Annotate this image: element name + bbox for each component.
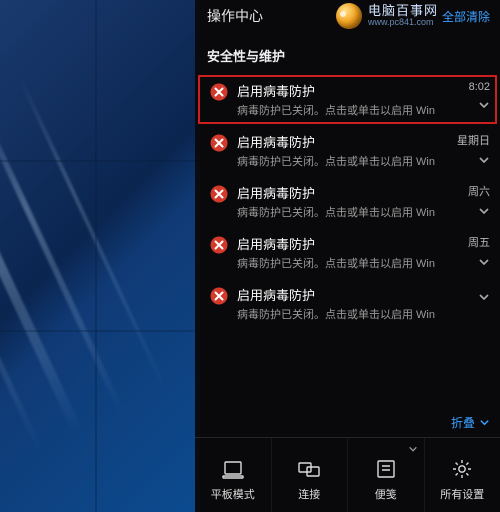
notification-title: 启用病毒防护	[237, 234, 452, 253]
chevron-down-icon[interactable]	[478, 205, 490, 217]
notification-description: 病毒防护已关闭。点击或单击以启用 Win	[237, 306, 452, 322]
watermark-text-cn: 电脑百事网	[368, 4, 438, 18]
notification-item[interactable]: 启用病毒防护病毒防护已关闭。点击或单击以启用 Win 周五	[199, 229, 496, 276]
tablet-icon	[222, 458, 244, 480]
error-icon	[210, 134, 228, 152]
notification-description: 病毒防护已关闭。点击或单击以启用 Win	[237, 153, 452, 169]
collapse-button[interactable]: 折叠	[195, 408, 500, 437]
chevron-down-icon[interactable]	[408, 444, 418, 454]
notification-item[interactable]: 启用病毒防护病毒防护已关闭。点击或单击以启用 Win 8:02	[199, 76, 496, 123]
notification-title: 启用病毒防护	[237, 183, 452, 202]
settings-icon	[451, 458, 473, 480]
notification-item[interactable]: 启用病毒防护病毒防护已关闭。点击或单击以启用 Win 周六	[199, 178, 496, 225]
notification-time: 周五	[468, 234, 490, 250]
chevron-down-icon[interactable]	[478, 99, 490, 111]
panel-title: 操作中心	[207, 6, 263, 26]
chevron-down-icon	[479, 417, 490, 428]
notification-item[interactable]: 启用病毒防护病毒防护已关闭。点击或单击以启用 Win 星期日	[199, 127, 496, 174]
quick-action-note[interactable]: 便笺	[348, 438, 425, 512]
clear-all-link[interactable]: 全部清除	[442, 8, 490, 25]
error-icon	[210, 287, 228, 305]
watermark: 电脑百事网 www.pc841.com	[336, 3, 438, 29]
quick-action-label: 所有设置	[440, 486, 484, 502]
error-icon	[210, 185, 228, 203]
collapse-label: 折叠	[451, 414, 475, 431]
error-icon	[210, 236, 228, 254]
quick-action-connect[interactable]: 连接	[272, 438, 349, 512]
desktop-wallpaper	[0, 0, 200, 512]
quick-action-tablet[interactable]: 平板模式	[195, 438, 272, 512]
notification-title: 启用病毒防护	[237, 132, 452, 151]
notification-description: 病毒防护已关闭。点击或单击以启用 Win	[237, 204, 452, 220]
error-icon	[210, 83, 228, 101]
notification-list: 启用病毒防护病毒防护已关闭。点击或单击以启用 Win8:02启用病毒防护病毒防护…	[195, 73, 500, 408]
notification-time: 星期日	[457, 132, 490, 148]
quick-action-label: 平板模式	[211, 486, 255, 502]
watermark-globe-icon	[336, 3, 362, 29]
action-center-header: 操作中心 电脑百事网 www.pc841.com 全部清除	[195, 0, 500, 30]
chevron-down-icon[interactable]	[478, 154, 490, 166]
watermark-text-en: www.pc841.com	[368, 18, 438, 27]
notification-time: 8:02	[469, 81, 490, 93]
quick-action-label: 便笺	[375, 486, 397, 502]
chevron-down-icon[interactable]	[478, 291, 490, 303]
connect-icon	[298, 458, 320, 480]
quick-action-settings[interactable]: 所有设置	[425, 438, 500, 512]
section-title: 安全性与维护	[195, 30, 500, 73]
chevron-down-icon[interactable]	[478, 256, 490, 268]
notification-time: 周六	[468, 183, 490, 199]
quick-action-label: 连接	[298, 486, 320, 502]
note-icon	[375, 458, 397, 480]
notification-description: 病毒防护已关闭。点击或单击以启用 Win	[237, 255, 452, 271]
notification-title: 启用病毒防护	[237, 285, 452, 304]
action-center-panel: 操作中心 电脑百事网 www.pc841.com 全部清除 安全性与维护 启用病…	[195, 0, 500, 512]
notification-item[interactable]: 启用病毒防护病毒防护已关闭。点击或单击以启用 Win	[199, 280, 496, 327]
notification-description: 病毒防护已关闭。点击或单击以启用 Win	[237, 102, 452, 118]
quick-actions-bar: 平板模式 连接 便笺 所有设置	[195, 437, 500, 512]
notification-title: 启用病毒防护	[237, 81, 452, 100]
